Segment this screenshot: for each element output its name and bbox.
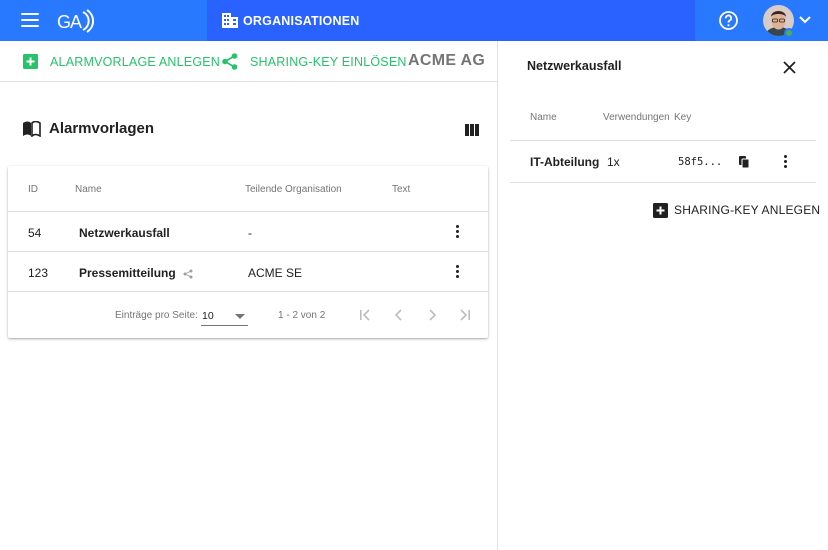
redeem-sharing-key-button[interactable]: SHARING-KEY EINLÖSEN — [222, 41, 407, 82]
action-bar: ALARMVORLAGE ANLEGEN SHARING-KEY EINLÖSE… — [0, 41, 497, 82]
table-row[interactable]: 123 Pressemitteilung ACME SE — [8, 252, 488, 292]
create-template-label: ALARMVORLAGE ANLEGEN — [50, 54, 221, 69]
column-header-key: Key — [674, 112, 692, 123]
more-vert-icon[interactable] — [784, 155, 788, 169]
section-title: Alarmvorlagen — [22, 120, 154, 137]
table-header: ID Name Teilende Organisation Text — [8, 166, 488, 212]
online-status-indicator — [784, 28, 794, 38]
column-header-sharing-org[interactable]: Teilende Organisation — [245, 184, 342, 195]
create-template-button[interactable]: ALARMVORLAGE ANLEGEN — [23, 41, 220, 82]
column-header-text[interactable]: Text — [392, 184, 410, 195]
view-columns-icon[interactable] — [465, 124, 479, 136]
share-icon — [222, 53, 238, 70]
paginator: Einträge pro Seite: 10 1 - 2 von 2 — [8, 292, 488, 338]
close-icon[interactable] — [783, 61, 796, 74]
items-per-page-label: Einträge pro Seite: — [115, 310, 198, 321]
more-vert-icon[interactable] — [456, 225, 460, 239]
row-sharing-org: - — [248, 226, 252, 240]
dropdown-arrow-icon — [235, 314, 245, 319]
detail-pane: Netzwerkausfall Name Verwendungen Key IT… — [497, 41, 828, 550]
column-header-uses: Verwendungen — [603, 112, 670, 123]
first-page-icon[interactable] — [358, 308, 372, 322]
book-icon — [23, 120, 41, 137]
column-header-id[interactable]: ID — [28, 184, 38, 195]
items-per-page-value: 10 — [202, 310, 214, 322]
chevron-down-icon[interactable] — [799, 15, 811, 25]
row-id: 54 — [28, 226, 42, 240]
ga-logo[interactable]: G A — [56, 9, 96, 33]
help-icon[interactable] — [718, 10, 739, 31]
add-box-icon — [23, 54, 38, 69]
svg-text:A: A — [70, 12, 82, 32]
table-row[interactable]: IT-Abteilung 1x 58f5... — [510, 141, 816, 183]
key-value: 58f5... — [678, 156, 723, 168]
previous-page-icon[interactable] — [392, 308, 406, 322]
table-row[interactable]: 54 Netzwerkausfall - — [8, 212, 488, 252]
next-page-icon[interactable] — [425, 308, 439, 322]
add-box-icon — [653, 202, 668, 218]
more-vert-icon[interactable] — [456, 265, 460, 279]
organisations-link[interactable]: ORGANISATIONEN — [222, 0, 359, 41]
row-name-wrap: Pressemitteilung — [79, 266, 193, 280]
templates-table-card: ID Name Teilende Organisation Text 54 Ne… — [8, 166, 488, 338]
key-uses: 1x — [607, 155, 620, 169]
top-app-bar: G A ORGANISATIONEN — [0, 0, 828, 41]
sharing-keys-header: Name Verwendungen Key — [510, 101, 816, 141]
copy-icon[interactable] — [739, 156, 750, 169]
items-per-page-select[interactable]: 10 — [201, 306, 248, 326]
column-header-name: Name — [530, 112, 557, 123]
column-header-name[interactable]: Name — [75, 184, 102, 195]
menu-icon[interactable] — [21, 13, 39, 27]
row-name: Netzwerkausfall — [79, 226, 170, 240]
current-organisation-name: ACME AG — [408, 52, 486, 69]
organisations-label: ORGANISATIONEN — [243, 13, 360, 28]
detail-title: Netzwerkausfall — [527, 59, 622, 73]
page-range-label: 1 - 2 von 2 — [278, 310, 326, 321]
redeem-sharing-key-label: SHARING-KEY EINLÖSEN — [250, 54, 407, 69]
row-sharing-org: ACME SE — [248, 266, 303, 280]
last-page-icon[interactable] — [458, 308, 472, 322]
svg-text:G: G — [57, 12, 71, 32]
create-sharing-key-label: SHARING-KEY ANLEGEN — [674, 203, 821, 217]
section-title-label: Alarmvorlagen — [49, 120, 155, 137]
create-sharing-key-button[interactable]: SHARING-KEY ANLEGEN — [653, 202, 820, 218]
shared-icon — [183, 269, 193, 279]
building-icon — [222, 13, 238, 28]
key-name: IT-Abteilung — [530, 155, 600, 169]
row-name: Pressemitteilung — [79, 266, 176, 280]
templates-pane: ALARMVORLAGE ANLEGEN SHARING-KEY EINLÖSE… — [0, 41, 497, 550]
row-id: 123 — [28, 266, 49, 280]
